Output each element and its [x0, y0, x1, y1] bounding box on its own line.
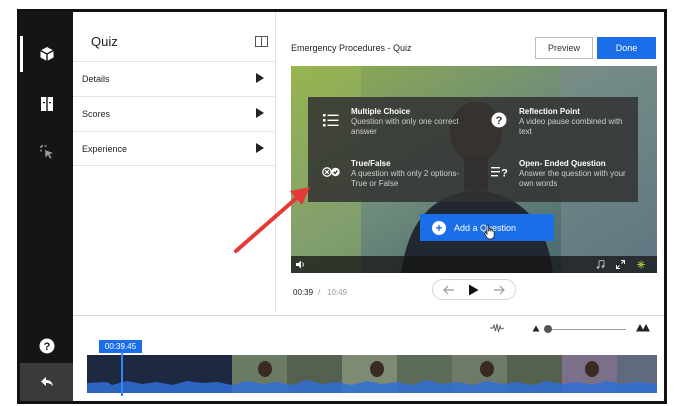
back-button[interactable]: [20, 363, 73, 401]
playhead-marker[interactable]: [121, 352, 123, 396]
annotation-arrow: [234, 187, 310, 253]
video-player[interactable]: Multiple Choice Question with only one c…: [291, 66, 657, 273]
panel-row-scores[interactable]: Scores: [73, 96, 276, 131]
zoom-out-icon[interactable]: [532, 325, 540, 332]
rail-cursor-button[interactable]: [20, 134, 73, 170]
option-title: True/False: [351, 159, 391, 168]
rail-book-button[interactable]: [20, 86, 73, 122]
cube-icon: [39, 47, 54, 61]
play-icon[interactable]: [468, 284, 479, 296]
fullscreen-icon[interactable]: [616, 260, 625, 269]
zoom-in-icon[interactable]: [636, 323, 650, 332]
quiz-panel: Quiz Details Scores Experience: [73, 12, 276, 312]
left-rail: ?: [20, 12, 73, 401]
option-description: Answer the question with your own words: [519, 169, 626, 188]
help-icon: ?: [39, 338, 54, 354]
page-title: Emergency Procedures - Quiz: [291, 43, 412, 53]
reflection-point-option[interactable]: ? Reflection Point A video pause combine…: [476, 97, 641, 149]
settings-sparkle-icon[interactable]: [636, 260, 646, 269]
time-separator: /: [318, 288, 321, 297]
expand-arrow-icon: [256, 108, 264, 118]
svg-text:?: ?: [43, 341, 50, 353]
rail-cube-button[interactable]: [20, 36, 73, 72]
book-icon: [40, 97, 53, 111]
duration: 10:49: [327, 288, 348, 297]
multiple-choice-option[interactable]: Multiple Choice Question with only one c…: [308, 97, 473, 149]
volume-icon[interactable]: [296, 260, 306, 269]
timeline-divider: [73, 315, 664, 316]
expand-arrow-icon: [256, 73, 264, 83]
hand-cursor-icon: [484, 224, 495, 240]
next-arrow-icon[interactable]: [493, 285, 505, 295]
panel-row-label: Scores: [82, 109, 111, 119]
panel-row-details[interactable]: Details: [73, 61, 276, 96]
true-false-option[interactable]: True/False A question with only 2 option…: [308, 149, 473, 201]
panel-row-experience[interactable]: Experience: [73, 131, 276, 166]
panel-row-label: Details: [82, 74, 110, 84]
expand-arrow-icon: [256, 143, 264, 153]
waveform-icon[interactable]: [490, 323, 504, 333]
plus-icon: +: [432, 221, 446, 235]
previous-arrow-icon[interactable]: [443, 285, 455, 295]
open-text-icon: ?: [491, 167, 508, 180]
zoom-slider-handle[interactable]: [544, 325, 552, 333]
question-badge-icon: ?: [491, 112, 507, 128]
zoom-slider-track[interactable]: [551, 329, 626, 330]
music-note-icon[interactable]: [596, 260, 605, 269]
option-title: Reflection Point: [519, 107, 580, 116]
open-ended-option[interactable]: ? Open- Ended Question Answer the questi…: [476, 149, 641, 201]
option-title: Open- Ended Question: [519, 159, 606, 168]
panel-layout-icon[interactable]: [255, 36, 268, 47]
svg-text:?: ?: [501, 168, 508, 180]
video-controls-bar: [291, 256, 657, 273]
cursor-select-icon: [39, 145, 53, 159]
transport-controls: [432, 279, 516, 300]
option-description: Question with only one correct answer: [351, 117, 459, 136]
list-icon: [323, 114, 339, 127]
true-false-icon: [322, 167, 340, 177]
help-button[interactable]: ?: [20, 328, 73, 364]
preview-button[interactable]: Preview: [535, 37, 593, 59]
done-button[interactable]: Done: [597, 37, 656, 59]
panel-title: Quiz: [91, 34, 118, 49]
svg-text:?: ?: [496, 115, 503, 127]
panel-row-label: Experience: [82, 144, 128, 154]
app-window: ? Quiz Details Scores Experience Emergen…: [17, 9, 667, 404]
option-title: Multiple Choice: [351, 107, 411, 116]
timeline-thumbnails: [87, 355, 657, 393]
option-description: A video pause combined with text: [519, 117, 623, 136]
back-arrow-icon: [40, 377, 53, 387]
timeline-strip[interactable]: [87, 355, 657, 393]
question-type-menu: Multiple Choice Question with only one c…: [308, 97, 638, 202]
option-description: A question with only 2 options- True or …: [351, 169, 460, 188]
current-time: 00:39: [293, 288, 314, 297]
